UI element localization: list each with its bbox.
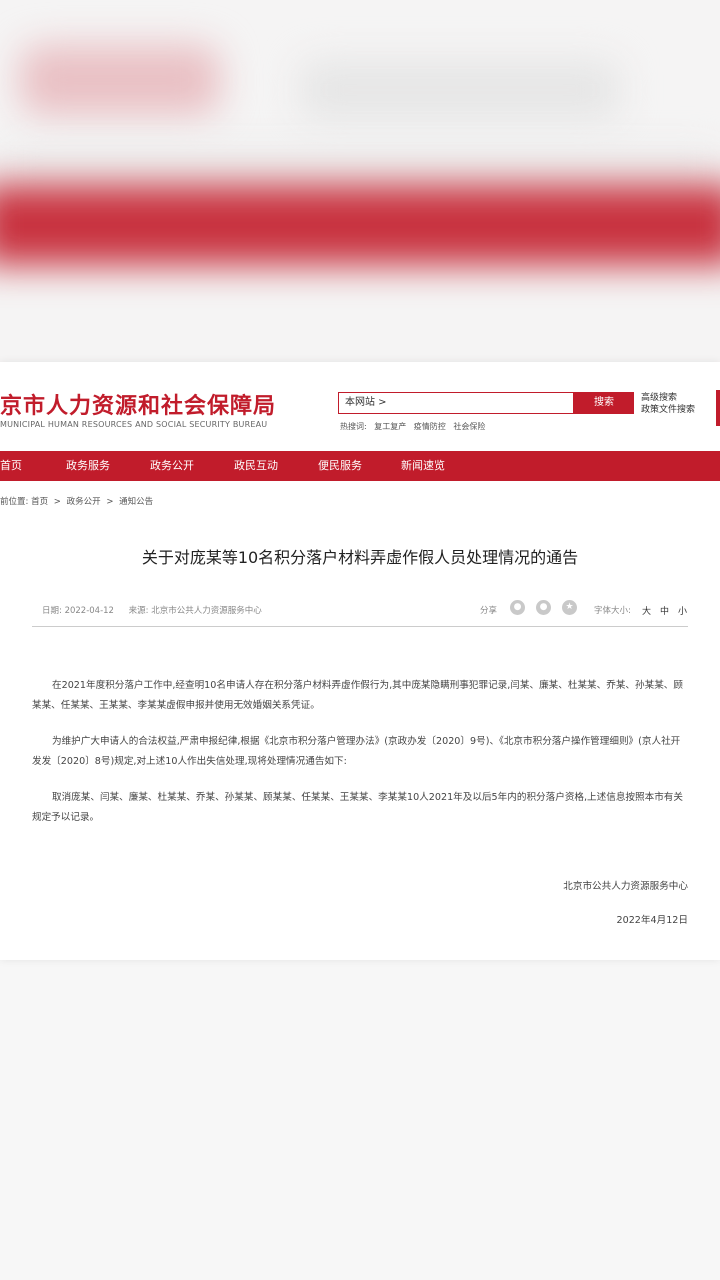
article-date: 日期: 2022-04-12 bbox=[42, 606, 114, 616]
nav-item-home[interactable]: 首页 bbox=[0, 451, 22, 481]
hot-term-link[interactable]: 复工复产 bbox=[374, 422, 406, 431]
breadcrumb-item-disclosure[interactable]: 政务公开 bbox=[67, 497, 101, 507]
paragraph-text: 为维护广大申请人的合法权益,严肃申报纪律,根据《北京市积分落户管理办法》(京政办… bbox=[32, 736, 681, 767]
article-paragraph: 为维护广大申请人的合法权益,严肃申报纪律,根据《北京市积分落户管理办法》(京政办… bbox=[32, 732, 688, 772]
nav-item-disclosure[interactable]: 政务公开 bbox=[150, 451, 194, 481]
article-sign-date: 2022年4月12日 bbox=[616, 915, 688, 926]
policy-search-link[interactable]: 政策文件搜索 bbox=[641, 404, 695, 416]
hot-term-link[interactable]: 社会保险 bbox=[453, 422, 485, 431]
article-paragraph: 在2021年度积分落户工作中,经查明10名申请人存在积分落户材料弄虚作假行为,其… bbox=[32, 676, 688, 716]
main-nav: 首页 政务服务 政务公开 政民互动 便民服务 新闻速览 bbox=[0, 451, 720, 481]
article-title: 关于对庞某等10名积分落户材料弄虚作假人员处理情况的通告 bbox=[141, 548, 579, 567]
blur-shape bbox=[0, 185, 720, 265]
nav-item-convenience[interactable]: 便民服务 bbox=[318, 451, 362, 481]
site-logo-text[interactable]: 京市人力资源和社会保障局 bbox=[0, 388, 276, 420]
blur-shape bbox=[300, 60, 620, 120]
weibo-icon[interactable]: ● bbox=[536, 600, 551, 615]
breadcrumb: 前位置: 首页 > 政务公开 > 通知公告 bbox=[0, 495, 153, 507]
font-size-label: 字体大小: bbox=[594, 606, 631, 616]
blur-shape bbox=[20, 45, 220, 115]
search-input[interactable]: 本网站 > bbox=[338, 392, 574, 414]
article-meta: 日期: 2022-04-12 来源: 北京市公共人力资源服务中心 bbox=[42, 604, 274, 616]
article-source: 来源: 北京市公共人力资源服务中心 bbox=[128, 606, 262, 616]
divider bbox=[32, 626, 688, 627]
font-size-medium[interactable]: 中 bbox=[660, 604, 669, 617]
share-label: 分享 bbox=[480, 606, 498, 616]
font-size-small[interactable]: 小 bbox=[678, 604, 687, 617]
wechat-icon[interactable]: ● bbox=[510, 600, 525, 615]
hot-search-label: 热搜词: bbox=[340, 422, 367, 431]
search-button[interactable]: 搜索 bbox=[574, 392, 634, 414]
breadcrumb-item-home[interactable]: 首页 bbox=[31, 497, 48, 507]
nav-item-interaction[interactable]: 政民互动 bbox=[234, 451, 278, 481]
breadcrumb-item-notices[interactable]: 通知公告 bbox=[119, 497, 153, 507]
search-links: 高级搜索 政策文件搜索 bbox=[641, 392, 695, 416]
paragraph-text: 在2021年度积分落户工作中,经查明10名申请人存在积分落户材料弄虚作假行为,其… bbox=[32, 680, 683, 711]
nav-item-services[interactable]: 政务服务 bbox=[66, 451, 110, 481]
breadcrumb-separator: > bbox=[106, 497, 114, 507]
breadcrumb-separator: > bbox=[53, 497, 61, 507]
paragraph-text: 取消庞某、闫某、廉某、杜某某、乔某、孙某某、顾某某、任某某、王某某、李某某10人… bbox=[32, 792, 683, 823]
advanced-search-link[interactable]: 高级搜索 bbox=[641, 392, 695, 404]
favorite-icon[interactable]: ★ bbox=[562, 600, 577, 615]
font-size-large[interactable]: 大 bbox=[642, 604, 651, 617]
hot-term-link[interactable]: 疫情防控 bbox=[414, 422, 446, 431]
article-signature: 北京市公共人力资源服务中心 bbox=[563, 881, 688, 892]
breadcrumb-prefix: 前位置: bbox=[0, 497, 29, 507]
webpage-card: 京市人力资源和社会保障局 MUNICIPAL HUMAN RESOURCES A… bbox=[0, 362, 720, 960]
blur-shape bbox=[0, 150, 720, 190]
edge-decoration bbox=[716, 390, 720, 426]
nav-item-news[interactable]: 新闻速览 bbox=[401, 451, 445, 481]
site-logo-english: MUNICIPAL HUMAN RESOURCES AND SOCIAL SEC… bbox=[0, 420, 268, 429]
blurred-background bbox=[0, 0, 720, 362]
hot-search-terms: 热搜词: 复工复产 疫情防控 社会保险 bbox=[340, 421, 490, 432]
article-paragraph: 取消庞某、闫某、廉某、杜某某、乔某、孙某某、顾某某、任某某、王某某、李某某10人… bbox=[32, 788, 688, 828]
